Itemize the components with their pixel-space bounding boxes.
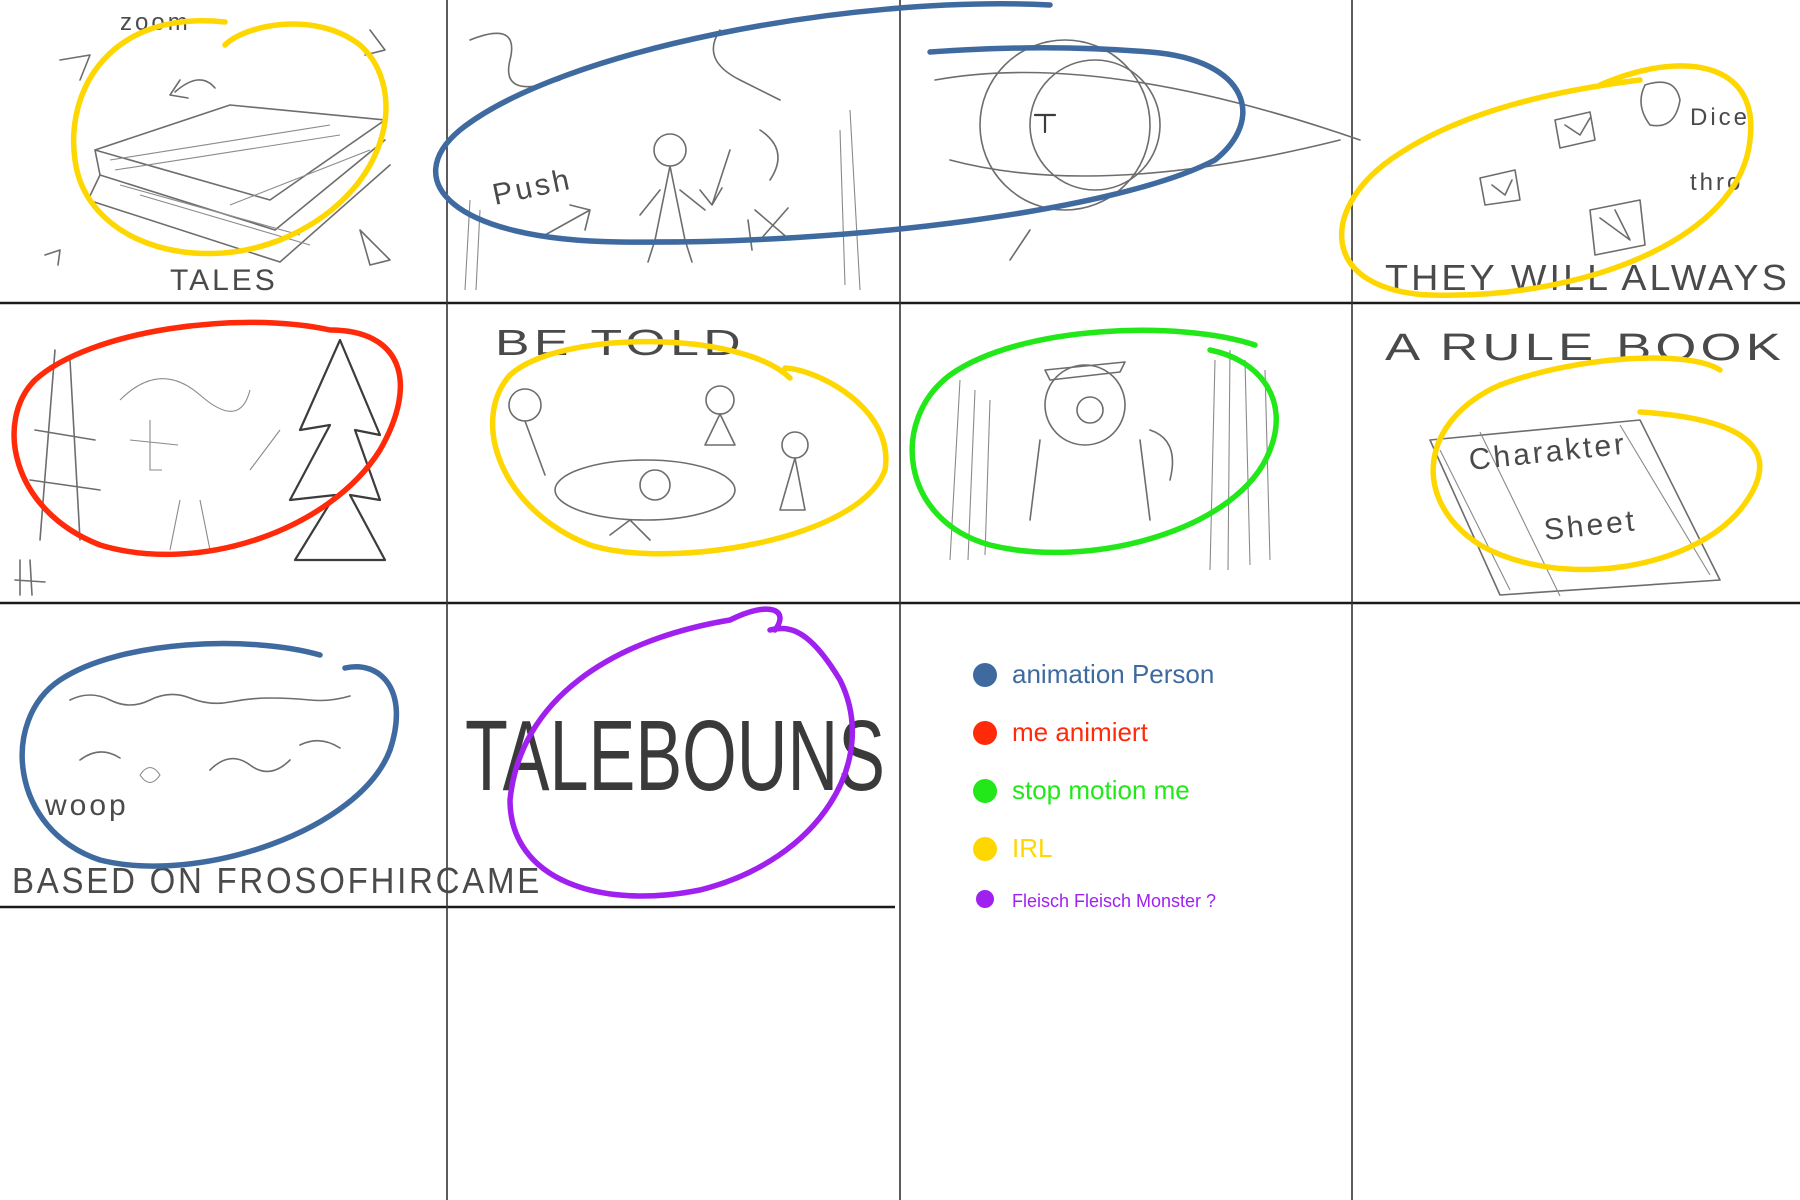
legend-dot <box>973 837 997 861</box>
legend-label: stop motion me <box>1012 775 1190 805</box>
panel-table-group: BE TOLD <box>489 322 889 557</box>
panel-eye <box>432 1 1361 261</box>
panel-stop-motion <box>909 327 1279 571</box>
legend-label: IRL <box>1012 833 1052 863</box>
panel-note: Dice <box>1690 104 1750 131</box>
panel-caption: TALES <box>170 264 278 297</box>
animation-person-ring <box>432 1 1246 245</box>
legend-dot <box>973 721 997 745</box>
storyboard-sheet: zoom TALES Push Dice thro THEY WILL ALWA… <box>0 0 1800 1200</box>
color-legend: animation Person me animiert stop motion m… <box>973 659 1216 911</box>
panel-book-zoom: zoom TALES <box>44 9 391 297</box>
legend-dot <box>973 779 997 803</box>
panel-note: Push <box>490 163 575 212</box>
me-animiert-ring <box>11 319 404 558</box>
panel-push: Push <box>464 29 861 291</box>
legend-label: me animiert <box>1012 717 1149 747</box>
title-lettering: TALEBOUNS <box>465 700 885 812</box>
sheet-label: Charakter <box>1467 428 1628 477</box>
panel-forest <box>11 319 404 596</box>
legend-dot <box>973 663 997 687</box>
panel-note: woop <box>44 789 129 822</box>
panel-title: TALEBOUNS <box>465 606 885 899</box>
irl-ring <box>489 338 889 557</box>
legend-label: animation Person <box>1012 659 1214 689</box>
animation-person-ring <box>19 640 400 869</box>
legend-dot <box>976 890 994 908</box>
storyboard-grid <box>0 0 1800 1200</box>
irl-ring <box>71 18 389 257</box>
stop-motion-me-ring <box>909 327 1279 556</box>
panel-woop: woop BASED ON FROSOFHIRCAME <box>12 640 542 901</box>
panel-caption: BASED ON FROSOFHIRCAME <box>12 860 542 901</box>
panel-rulebook: A RULE BOOK Charakter Sheet <box>1385 327 1782 597</box>
sheet-label: Sheet <box>1542 504 1638 547</box>
panel-dice: Dice thro THEY WILL ALWAYS <box>1339 63 1787 299</box>
legend-label: Fleisch Fleisch Monster ? <box>1012 891 1216 911</box>
